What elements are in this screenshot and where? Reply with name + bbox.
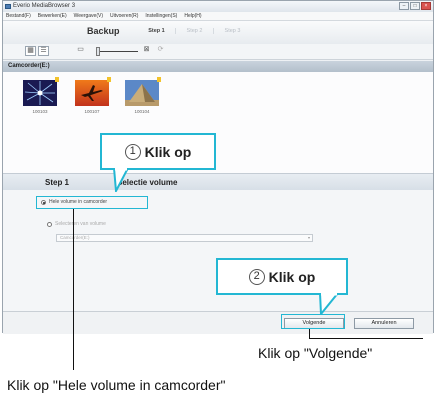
cancel-button[interactable]: Annuleren — [354, 318, 414, 329]
callout-number: 2 — [248, 268, 265, 285]
thumbnail-airplane[interactable] — [75, 80, 109, 106]
callout-number: 1 — [124, 143, 141, 160]
leader-line — [73, 209, 74, 370]
leader-line — [309, 329, 310, 338]
page-title: Backup — [87, 26, 120, 36]
app-icon — [5, 4, 11, 9]
caption-next: Klik op "Volgende" — [258, 345, 373, 361]
chevron-down-icon: ▾ — [307, 235, 310, 240]
thumbnail-label: 100107 — [84, 109, 100, 114]
zoom-slider-handle[interactable] — [96, 47, 100, 56]
title-bar: Everio MediaBrowser 3 – □ × — [3, 1, 433, 12]
callout-text: Klik op — [268, 268, 316, 285]
step-row: Step 1 Selectie volume — [3, 173, 433, 191]
step-label: Step 1 — [45, 178, 70, 187]
callout-step-2: 2 Klik op — [216, 258, 348, 295]
whole-volume-highlight — [36, 196, 148, 209]
callout-pointer — [112, 168, 130, 192]
menu-item-settings[interactable]: Instellingen(S) — [145, 12, 177, 20]
select-volume-label[interactable]: Selecteren van volume — [55, 221, 106, 227]
list-view-icon[interactable]: ☰ — [38, 46, 49, 56]
thumbnail-flag — [55, 77, 59, 82]
refresh-icon[interactable]: ⟳ — [155, 46, 166, 56]
menu-item-help[interactable]: Help(H) — [184, 12, 201, 20]
menu-item-edit[interactable]: Bewerken(E) — [38, 12, 67, 20]
thumbnail-flag — [107, 77, 111, 82]
callout-step-1: 1 Klik op — [100, 133, 216, 170]
thumbnail-pyramid[interactable] — [125, 80, 159, 106]
window-controls: – □ × — [399, 2, 431, 10]
minimize-icon[interactable]: – — [399, 2, 409, 10]
step-2-indicator: Step 2 — [175, 28, 213, 34]
toolbar: ▦ ☰ ▭ ⊠ ⟳ — [3, 44, 433, 60]
volume-dropdown-value: Camcorder(E:) — [60, 235, 90, 240]
zoom-slider[interactable] — [98, 51, 138, 52]
thumbnail-fireworks[interactable] — [23, 80, 57, 106]
leader-line — [309, 338, 423, 339]
menu-item-file[interactable]: Bestand(F) — [6, 12, 31, 20]
thumbnail-flag — [157, 77, 161, 82]
maximize-icon[interactable]: □ — [410, 2, 420, 10]
radio-select-volume[interactable] — [47, 222, 52, 227]
next-button-highlight — [281, 314, 345, 329]
menu-item-view[interactable]: Weergave(V) — [74, 12, 103, 20]
zoom-in-icon[interactable]: ⊠ — [141, 46, 152, 56]
zoom-out-icon[interactable]: ▭ — [75, 46, 86, 56]
step-indicator: Step 1 Step 2 Step 3 — [138, 28, 251, 34]
menu-item-run[interactable]: Uitvoeren(R) — [110, 12, 138, 20]
callout-pointer — [318, 293, 340, 315]
thumbnail-label: 100104 — [134, 109, 150, 114]
thumbnail-area: 100103 100107 100104 — [3, 72, 433, 173]
header-bar: Backup Step 1 Step 2 Step 3 — [3, 21, 433, 45]
grid-view-icon[interactable]: ▦ — [25, 46, 36, 56]
volume-dropdown[interactable]: Camcorder(E:) ▾ — [56, 234, 313, 242]
step-1-indicator: Step 1 — [148, 28, 165, 34]
window-title: Everio MediaBrowser 3 — [13, 3, 76, 9]
thumbnail-label: 100103 — [32, 109, 48, 114]
caption-whole-volume: Klik op "Hele volume in camcorder" — [7, 377, 226, 393]
footer-bar: Volgende Annuleren — [3, 311, 433, 334]
callout-text: Klik op — [144, 143, 192, 160]
step-3-indicator: Step 3 — [213, 28, 251, 34]
source-header: Camcorder(E:) — [3, 61, 433, 72]
menu-bar: Bestand(F) Bewerken(E) Weergave(V) Uitvo… — [3, 12, 433, 21]
close-icon[interactable]: × — [421, 2, 431, 10]
